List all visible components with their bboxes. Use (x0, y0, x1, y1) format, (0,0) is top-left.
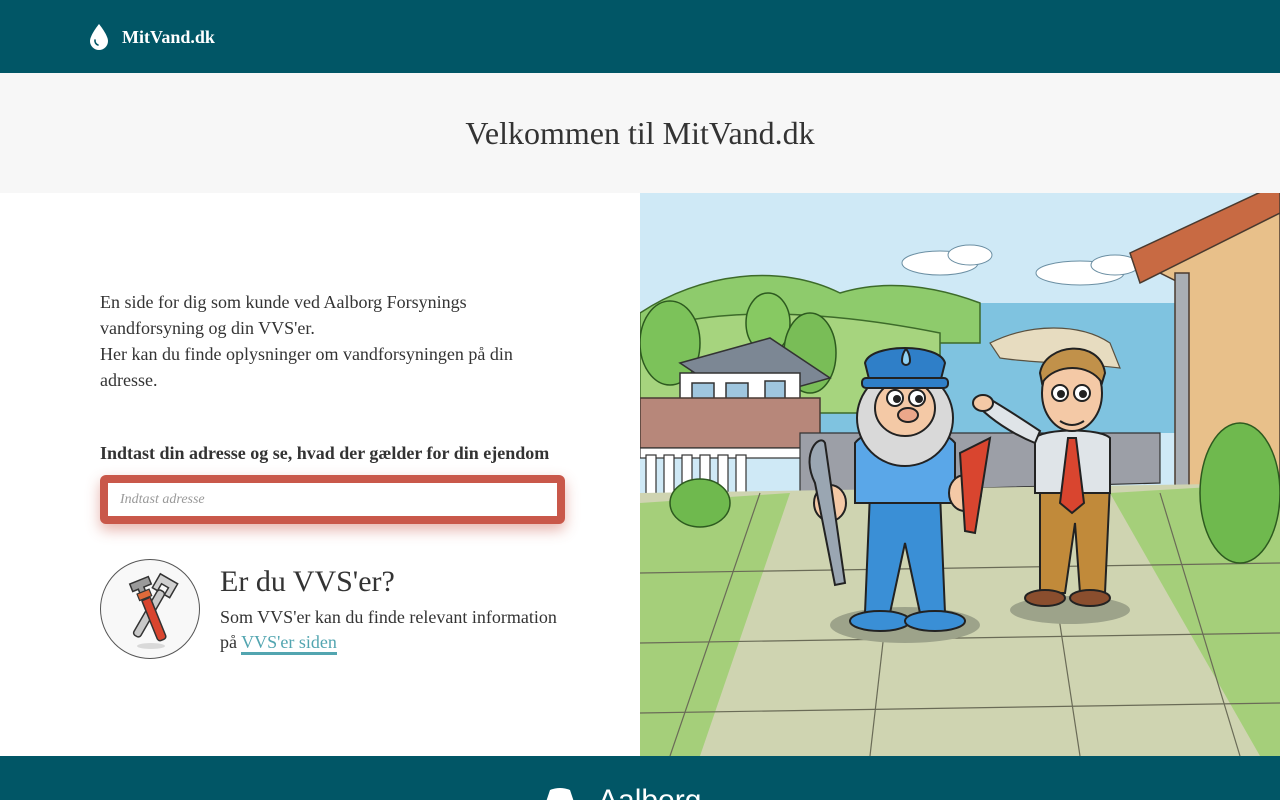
footer-logo-text: Aalborg (598, 786, 701, 800)
footer-logo[interactable]: Aalborg (544, 786, 701, 800)
plumber-page-link[interactable]: VVS'er siden (241, 632, 337, 655)
brand-home-link[interactable]: MitVand.dk (88, 22, 215, 52)
top-navigation-bar: MitVand.dk (0, 0, 1280, 73)
main-content: En side for dig som kunde ved Aalborg Fo… (0, 193, 640, 756)
plumbing-tools-icon (128, 572, 179, 649)
hero-illustration (640, 193, 1280, 756)
intro-line-2: Her kan du finde oplysninger om vandfors… (100, 344, 513, 390)
welcome-banner: Velkommen til MitVand.dk (0, 73, 1280, 193)
intro-line-1: En side for dig som kunde ved Aalborg Fo… (100, 292, 467, 338)
plumber-and-customer-illustration (640, 193, 1280, 756)
aalborg-forsyning-logo-icon (546, 788, 574, 800)
intro-text: En side for dig som kunde ved Aalborg Fo… (100, 289, 540, 393)
page-title: Velkommen til MitVand.dk (465, 114, 815, 151)
plumber-section-text: Som VVS'er kan du finde relevant informa… (220, 605, 570, 655)
plumber-tools-badge (100, 559, 200, 659)
water-drop-icon (90, 24, 108, 50)
footer: Aalborg (0, 756, 1280, 800)
address-search-input[interactable] (108, 483, 557, 516)
plumber-section-title: Er du VVS'er? (220, 565, 395, 598)
address-search-container (100, 475, 565, 524)
brand-name: MitVand.dk (122, 26, 215, 47)
address-search-label: Indtast din adresse og se, hvad der gæld… (100, 443, 550, 463)
